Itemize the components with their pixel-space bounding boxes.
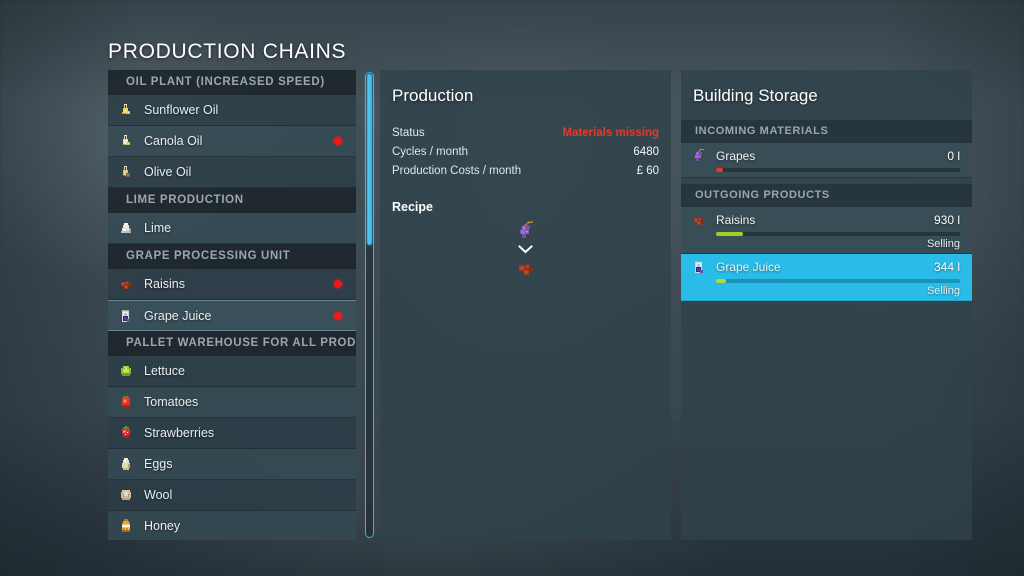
storage-fill-bar-value — [716, 279, 726, 283]
storage-row-name: Grapes — [716, 149, 756, 163]
production-panel-title: Production — [392, 86, 474, 105]
chain-row[interactable]: Eggs — [108, 449, 356, 480]
chain-row-label: Olive Oil — [144, 165, 192, 179]
chain-row-label: Sunflower Oil — [144, 103, 219, 117]
storage-row[interactable]: Grape Juice 344 l Selling — [681, 254, 972, 301]
chain-row-label: Lettuce — [144, 364, 186, 378]
storage-row-name: Grape Juice — [716, 260, 781, 274]
storage-body: INCOMING MATERIALS Grapes 0 l OUTGOING PROD… — [681, 120, 972, 301]
page-title: PRODUCTION CHAINS — [108, 40, 347, 63]
production-stats-list: Status Materials missing Cycles / month 648… — [380, 124, 671, 180]
chain-group-header: PALLET WAREHOUSE FOR ALL PRODUC... — [108, 331, 356, 356]
recipe-flow — [380, 220, 671, 279]
production-stat-key: Status — [392, 127, 425, 139]
warning-dot-icon — [334, 311, 342, 320]
production-stat-key: Production Costs / month — [392, 165, 522, 177]
storage-fill-bar-value — [716, 168, 724, 172]
recipe-section-title: Recipe — [392, 200, 433, 214]
storage-row-amount: 344 l — [933, 260, 960, 274]
canola-oil-icon — [118, 133, 134, 149]
chain-row-label: Wool — [144, 488, 173, 502]
tomato-icon — [118, 394, 134, 410]
grape-juice-icon — [118, 308, 134, 324]
storage-row-status[interactable]: Selling — [691, 238, 960, 250]
chain-row-label: Honey — [144, 519, 181, 533]
grapes-icon — [515, 220, 537, 242]
scrollbar-thumb[interactable] — [367, 74, 372, 245]
lettuce-icon — [118, 363, 134, 379]
chain-row[interactable]: Grape Juice — [108, 300, 356, 331]
storage-fill-bar — [716, 232, 960, 236]
chain-row[interactable]: Raisins — [108, 269, 356, 300]
production-stat-row: Status Materials missing — [392, 124, 659, 142]
egg-icon — [118, 456, 134, 472]
storage-row-name: Raisins — [716, 213, 756, 227]
production-stat-value: £ 60 — [636, 165, 659, 177]
production-stat-row: Cycles / month 6480 — [392, 143, 659, 161]
building-storage-panel: Building Storage INCOMING MATERIALS Grape… — [681, 70, 972, 540]
chain-row[interactable]: Olive Oil — [108, 157, 356, 188]
wool-icon — [118, 487, 134, 503]
chain-row[interactable]: Wool — [108, 480, 356, 511]
production-panel: Production Status Materials missing Cycles… — [380, 70, 671, 540]
storage-row[interactable]: Grapes 0 l — [681, 143, 972, 178]
storage-row-amount: 0 l — [947, 149, 960, 163]
raisins-icon — [118, 276, 134, 292]
chain-row[interactable]: Lettuce — [108, 356, 356, 387]
olive-oil-icon — [118, 164, 134, 180]
chain-row[interactable]: Sunflower Oil — [108, 95, 356, 126]
production-stat-value: 6480 — [633, 146, 659, 158]
sunflower-oil-icon — [118, 102, 134, 118]
chain-row-label: Strawberries — [144, 426, 215, 440]
storage-group-header: INCOMING MATERIALS — [681, 120, 972, 143]
chain-row[interactable]: Tomatoes — [108, 387, 356, 418]
chain-row-label: Eggs — [144, 457, 173, 471]
storage-fill-bar — [716, 168, 960, 172]
list-scrollbar[interactable] — [365, 72, 374, 538]
chain-row[interactable]: Strawberries — [108, 418, 356, 449]
production-stat-key: Cycles / month — [392, 146, 469, 158]
grapes-icon — [691, 148, 707, 164]
chain-row[interactable]: Lime — [108, 213, 356, 244]
warning-dot-icon — [334, 280, 342, 288]
chain-row-label: Lime — [144, 221, 172, 235]
lime-icon — [118, 220, 134, 236]
grape-juice-icon — [691, 259, 707, 275]
chain-row-label: Grape Juice — [144, 308, 212, 323]
chain-row[interactable]: Canola Oil — [108, 126, 356, 157]
chain-list-body: OIL PLANT (INCREASED SPEED) Sunflower Oil… — [108, 70, 356, 540]
storage-fill-bar-value — [716, 232, 743, 236]
chain-row-label: Canola Oil — [144, 134, 203, 148]
chain-group-header: OIL PLANT (INCREASED SPEED) — [108, 70, 356, 95]
chain-row-label: Tomatoes — [144, 395, 199, 409]
storage-row[interactable]: Raisins 930 l Selling — [681, 207, 972, 254]
storage-row-spacer — [691, 172, 960, 174]
strawberry-icon — [118, 425, 134, 441]
chain-row[interactable]: Honey — [108, 511, 356, 540]
warning-dot-icon — [334, 137, 342, 145]
chain-group-header: GRAPE PROCESSING UNIT — [108, 244, 356, 269]
production-status-value: Materials missing — [562, 127, 659, 139]
raisins-icon — [515, 257, 537, 279]
production-chain-list-panel: OIL PLANT (INCREASED SPEED) Sunflower Oil… — [108, 70, 356, 540]
storage-group-header: OUTGOING PRODUCTS — [681, 184, 972, 207]
honey-icon — [118, 518, 134, 534]
storage-panel-title: Building Storage — [693, 86, 818, 105]
raisins-icon — [691, 212, 707, 228]
storage-fill-bar — [716, 279, 960, 283]
chain-row-label: Raisins — [144, 277, 185, 291]
production-stat-row: Production Costs / month £ 60 — [392, 162, 659, 180]
chain-group-header: LIME PRODUCTION — [108, 188, 356, 213]
chevron-down-icon — [518, 245, 533, 254]
storage-row-status[interactable]: Selling — [691, 285, 960, 297]
storage-row-amount: 930 l — [933, 213, 960, 227]
